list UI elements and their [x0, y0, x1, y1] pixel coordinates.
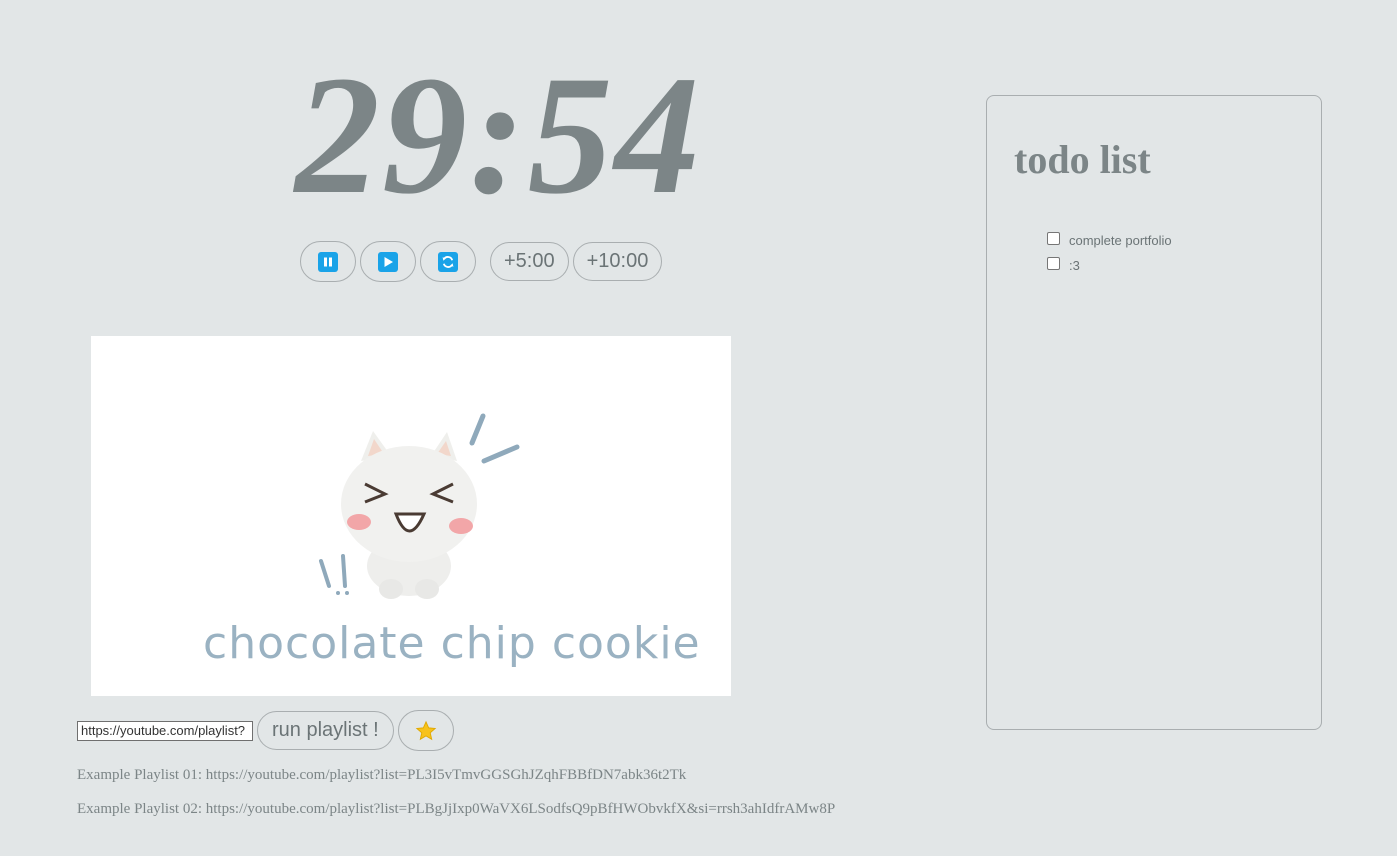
playlist-url-input[interactable]: [77, 720, 253, 741]
favorite-button[interactable]: [397, 710, 454, 751]
todo-item-label: complete portfolio: [1069, 233, 1172, 248]
todo-checkbox[interactable]: [1047, 232, 1060, 245]
timer-controls: +5:00 +10:00: [300, 241, 666, 282]
pause-button[interactable]: [300, 241, 356, 282]
play-icon: [378, 251, 398, 272]
todo-item-label: :3: [1069, 258, 1080, 273]
reset-button[interactable]: [420, 241, 476, 282]
todo-checkbox[interactable]: [1047, 257, 1060, 270]
todo-item: :3: [1047, 253, 1172, 278]
example-playlist-2: Example Playlist 02: https://youtube.com…: [77, 801, 836, 817]
video-caption: chocolate chip cookie: [203, 618, 701, 669]
todo-list: complete portfolio :3: [1047, 228, 1172, 278]
timer-display: 29:54: [295, 41, 702, 229]
todo-item: complete portfolio: [1047, 228, 1172, 253]
add-10-minutes-button[interactable]: +10:00: [572, 242, 663, 281]
pause-icon: [318, 251, 338, 272]
run-playlist-button[interactable]: run playlist !: [257, 711, 394, 750]
todo-panel: todo list complete portfolio :3: [986, 95, 1322, 730]
todo-title: todo list: [1014, 137, 1151, 182]
video-player[interactable]: chocolate chip cookie: [91, 336, 731, 696]
playlist-controls: run playlist !: [77, 710, 454, 751]
star-icon: [415, 720, 437, 740]
add-5-minutes-button[interactable]: +5:00: [490, 242, 569, 281]
reset-icon: [438, 251, 458, 272]
play-button[interactable]: [360, 241, 416, 282]
example-playlist-1: Example Playlist 01: https://youtube.com…: [77, 767, 687, 783]
